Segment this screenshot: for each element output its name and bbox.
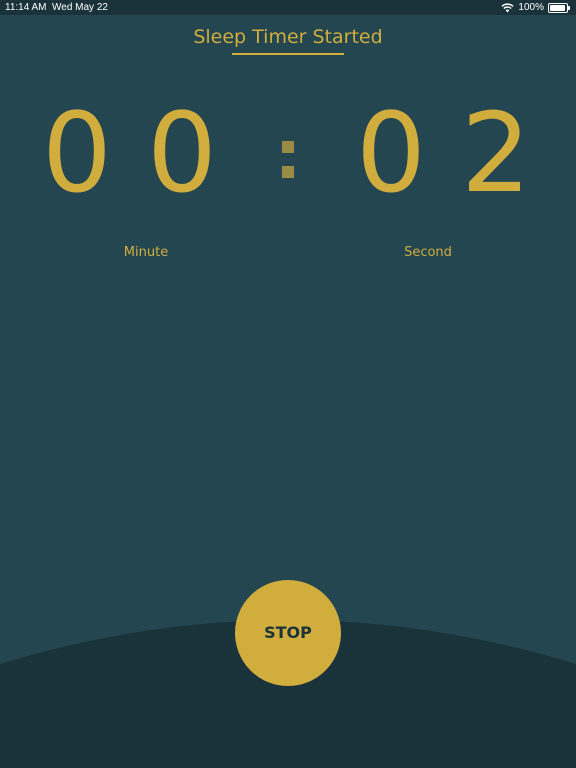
minute-digit-ones: 0 [147, 89, 217, 217]
battery-level-fill [550, 4, 565, 11]
battery-icon [548, 2, 570, 13]
minute-digit-tens: 0 [42, 89, 112, 217]
page-title: Sleep Timer Started [193, 26, 383, 48]
second-digit-tens: 0 [356, 89, 426, 217]
status-bar: 11:14 AM Wed May 22 100% [0, 0, 576, 15]
status-date: Wed May 22 [52, 2, 108, 13]
second-label: Second [404, 245, 452, 260]
colon-separator-bottom [282, 166, 294, 178]
title-underline [232, 53, 344, 55]
second-digit-ones: 2 [461, 89, 531, 217]
wifi-icon [501, 2, 515, 12]
status-indicators: 100% [501, 0, 570, 15]
colon-separator-top [282, 141, 294, 153]
status-time: 11:14 AM [5, 2, 47, 13]
battery-percent: 100% [518, 2, 544, 13]
minute-label: Minute [123, 245, 169, 260]
stop-button[interactable]: STOP [235, 580, 341, 686]
